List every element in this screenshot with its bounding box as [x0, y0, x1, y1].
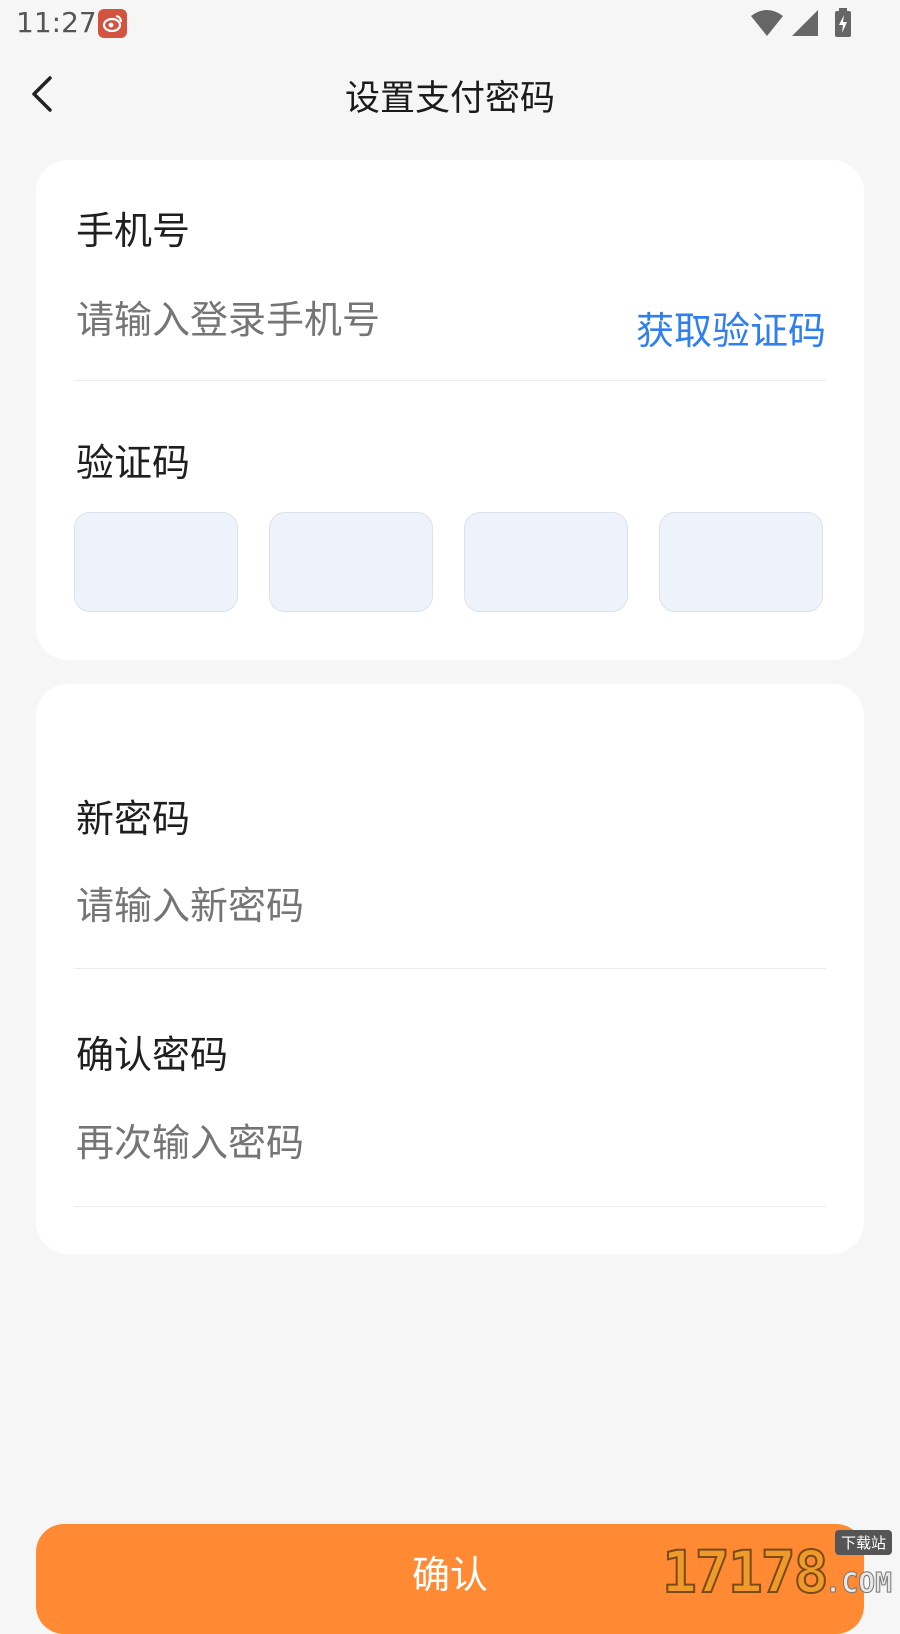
confirm-password-input[interactable]	[76, 1121, 816, 1165]
divider	[74, 380, 826, 381]
watermark-logo: 17178 下载站 .COM	[661, 1530, 893, 1607]
password-card: 新密码 确认密码	[36, 684, 864, 1254]
wifi-icon	[751, 10, 783, 36]
code-input-box-4[interactable]	[659, 512, 823, 612]
page-title: 设置支付密码	[344, 79, 555, 119]
nav-bar: 设置支付密码	[0, 48, 900, 138]
phone-input[interactable]	[76, 298, 596, 342]
divider	[74, 968, 826, 969]
signal-icon	[792, 10, 818, 36]
battery-charging-icon	[835, 8, 851, 37]
code-input-box-1[interactable]	[74, 512, 238, 612]
code-label: 验证码	[76, 441, 191, 485]
phone-verification-card: 手机号 获取验证码 验证码	[36, 160, 864, 660]
watermark-tag: 下载站	[834, 1530, 892, 1555]
status-bar: 11:27	[0, 0, 900, 48]
code-input-box-2[interactable]	[269, 512, 433, 612]
status-time: 11:27	[16, 6, 97, 39]
new-password-input[interactable]	[76, 884, 816, 928]
code-input-box-3[interactable]	[464, 512, 628, 612]
phone-label: 手机号	[76, 209, 191, 253]
watermark-domain: .COM	[824, 1566, 892, 1600]
watermark-digits: 17178	[661, 1537, 830, 1607]
get-code-button[interactable]: 获取验证码	[636, 300, 826, 355]
confirm-password-label: 确认密码	[76, 1033, 229, 1077]
weibo-icon	[98, 9, 127, 38]
status-icons	[750, 8, 860, 42]
new-password-label: 新密码	[76, 797, 191, 841]
divider	[74, 1206, 826, 1207]
